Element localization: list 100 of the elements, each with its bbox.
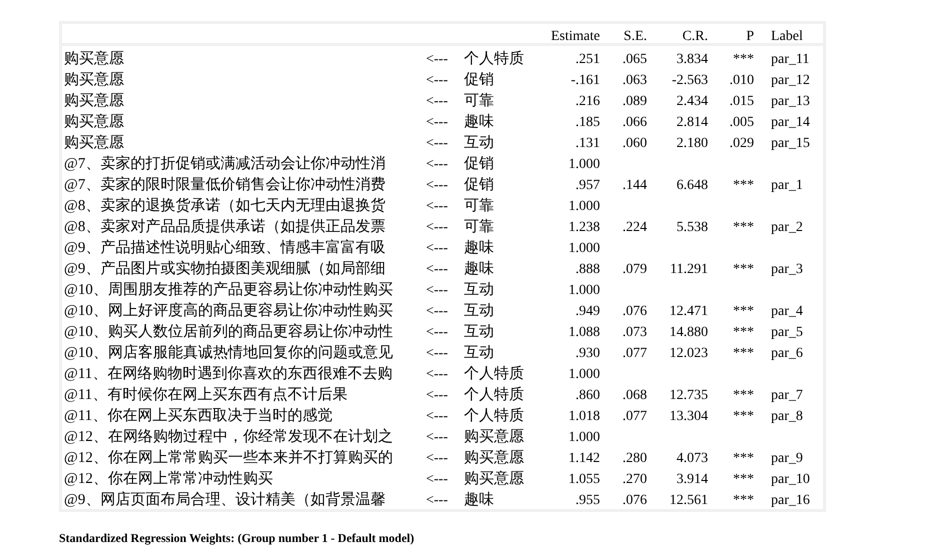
table-cell: 购买意愿 — [64, 114, 124, 130]
table-cell: @9、产品图片或实物拍摄图美观细腻（如局部细 — [64, 261, 386, 277]
table-cell: .077 — [622, 409, 647, 424]
table-cell: .076 — [622, 493, 647, 508]
table-cell: 购买意愿 — [464, 450, 524, 466]
table-cell: .888 — [576, 262, 600, 277]
table-cell: .251 — [576, 52, 600, 67]
table-cell: *** — [733, 493, 754, 508]
table-cell: .060 — [622, 136, 647, 151]
table-cell: 3.914 — [676, 472, 708, 487]
table-cell: par_16 — [771, 493, 810, 508]
table-cell: .280 — [622, 451, 647, 466]
table-cell: 购买意愿 — [64, 51, 124, 67]
arrow-text: <--- — [426, 493, 448, 508]
table-cell: 购买意愿 — [64, 72, 124, 88]
arrow-text: <--- — [426, 304, 448, 319]
arrow-text: <--- — [426, 472, 448, 487]
table-cell: @7、卖家的打折促销或满减活动会让你冲动性消 — [64, 156, 386, 172]
table-cell: 互动 — [464, 345, 494, 361]
table-cell: par_11 — [771, 52, 810, 67]
table-cell: par_13 — [771, 94, 810, 109]
arrow-text: <--- — [426, 115, 448, 130]
table-cell: 互动 — [464, 135, 494, 151]
table-cell: 3.834 — [676, 52, 708, 67]
table-cell: @11、有时候你在网上买东西有点不计后果 — [64, 387, 348, 403]
table-cell: 1.000 — [568, 367, 600, 382]
table-cell: @8、卖家对产品品质提供承诺（如提供正品发票 — [64, 219, 386, 235]
table-cell: 12.735 — [670, 388, 708, 403]
table-cell: .949 — [576, 304, 600, 319]
table-cell: .077 — [622, 346, 647, 361]
table-cell: 2.814 — [676, 115, 708, 130]
table-cell: 1.000 — [568, 241, 600, 256]
table-cell: 5.538 — [676, 220, 708, 235]
table-cell: .015 — [730, 94, 754, 109]
table-cell: par_5 — [771, 325, 803, 340]
table-cell: .144 — [622, 178, 647, 193]
table-cell: .860 — [576, 388, 600, 403]
table-cell: @10、周围朋友推荐的产品更容易让你冲动性购买 — [64, 282, 393, 298]
arrow-text: <--- — [426, 199, 448, 214]
column-header: P — [746, 29, 754, 44]
arrow-text: <--- — [426, 325, 448, 340]
table-cell: 可靠 — [464, 93, 494, 109]
table-cell: .955 — [576, 493, 600, 508]
table-cell: @9、网店页面布局合理、设计精美（如背景温馨 — [64, 492, 386, 508]
table-cell: .076 — [622, 304, 647, 319]
table-cell: 2.434 — [676, 94, 708, 109]
table-cell: *** — [733, 325, 754, 340]
arrow-text: <--- — [426, 283, 448, 298]
table-cell: 12.471 — [670, 304, 708, 319]
table-cell: par_6 — [771, 346, 803, 361]
table-cell: @11、你在网上买东西取决于当时的感觉 — [64, 408, 332, 424]
table-cell: par_2 — [771, 220, 803, 235]
table-cell: 2.180 — [676, 136, 708, 151]
table-cell: 购买意愿 — [64, 135, 124, 151]
table-cell: 1.000 — [568, 157, 600, 172]
table-cell: *** — [733, 346, 754, 361]
table-cell: 个人特质 — [464, 51, 524, 67]
table-cell: 1.000 — [568, 283, 600, 298]
table-cell: 个人特质 — [464, 408, 524, 424]
arrow-text: <--- — [426, 409, 448, 424]
arrow-text: <--- — [426, 220, 448, 235]
table-cell: 13.304 — [670, 409, 708, 424]
table-cell: 个人特质 — [464, 387, 524, 403]
table-cell: 互动 — [464, 324, 494, 340]
table-cell: @9、产品描述性说明贴心细致、情感丰富富有吸 — [64, 240, 386, 256]
table-cell: 4.073 — [676, 451, 708, 466]
table-cell: .957 — [576, 178, 600, 193]
table-cell: .063 — [622, 73, 647, 88]
arrow-text: <--- — [426, 346, 448, 361]
table-cell: 可靠 — [464, 198, 494, 214]
table-cell: .068 — [622, 388, 647, 403]
table-cell: *** — [733, 52, 754, 67]
table-cell: 1.000 — [568, 199, 600, 214]
arrow-text: <--- — [426, 136, 448, 151]
table-cell: .065 — [622, 52, 647, 67]
column-header: Label — [771, 29, 803, 44]
table-cell: 1.055 — [568, 472, 600, 487]
table-cell: 趣味 — [464, 114, 494, 130]
table-cell: 可靠 — [464, 219, 494, 235]
table-cell: .270 — [622, 472, 647, 487]
table-cell: 购买意愿 — [464, 429, 524, 445]
table-cell: *** — [733, 178, 754, 193]
table-cell: .010 — [730, 73, 754, 88]
table-cell: par_3 — [771, 262, 803, 277]
arrow-text: <--- — [426, 157, 448, 172]
table-cell: @12、你在网上常常冲动性购买 — [64, 471, 273, 487]
table-cell: *** — [733, 262, 754, 277]
table-cell: par_4 — [771, 304, 803, 319]
table-cell: 互动 — [464, 282, 494, 298]
table-cell: @12、在网络购物过程中，你经常发现不在计划之 — [64, 429, 393, 445]
table-cell: 1.238 — [568, 220, 600, 235]
table-cell: .066 — [622, 115, 647, 130]
table-cell: @10、网店客服能真诚热情地回复你的问题或意见 — [64, 345, 393, 361]
section-title: Standardized Regression Weights: (Group number 1 - Default model) — [59, 531, 414, 545]
table-cell: .089 — [622, 94, 647, 109]
table-cell: 11.291 — [670, 262, 708, 277]
arrow-text: <--- — [426, 178, 448, 193]
table-cell: 互动 — [464, 303, 494, 319]
table-cell: par_7 — [771, 388, 803, 403]
table-cell: *** — [733, 220, 754, 235]
